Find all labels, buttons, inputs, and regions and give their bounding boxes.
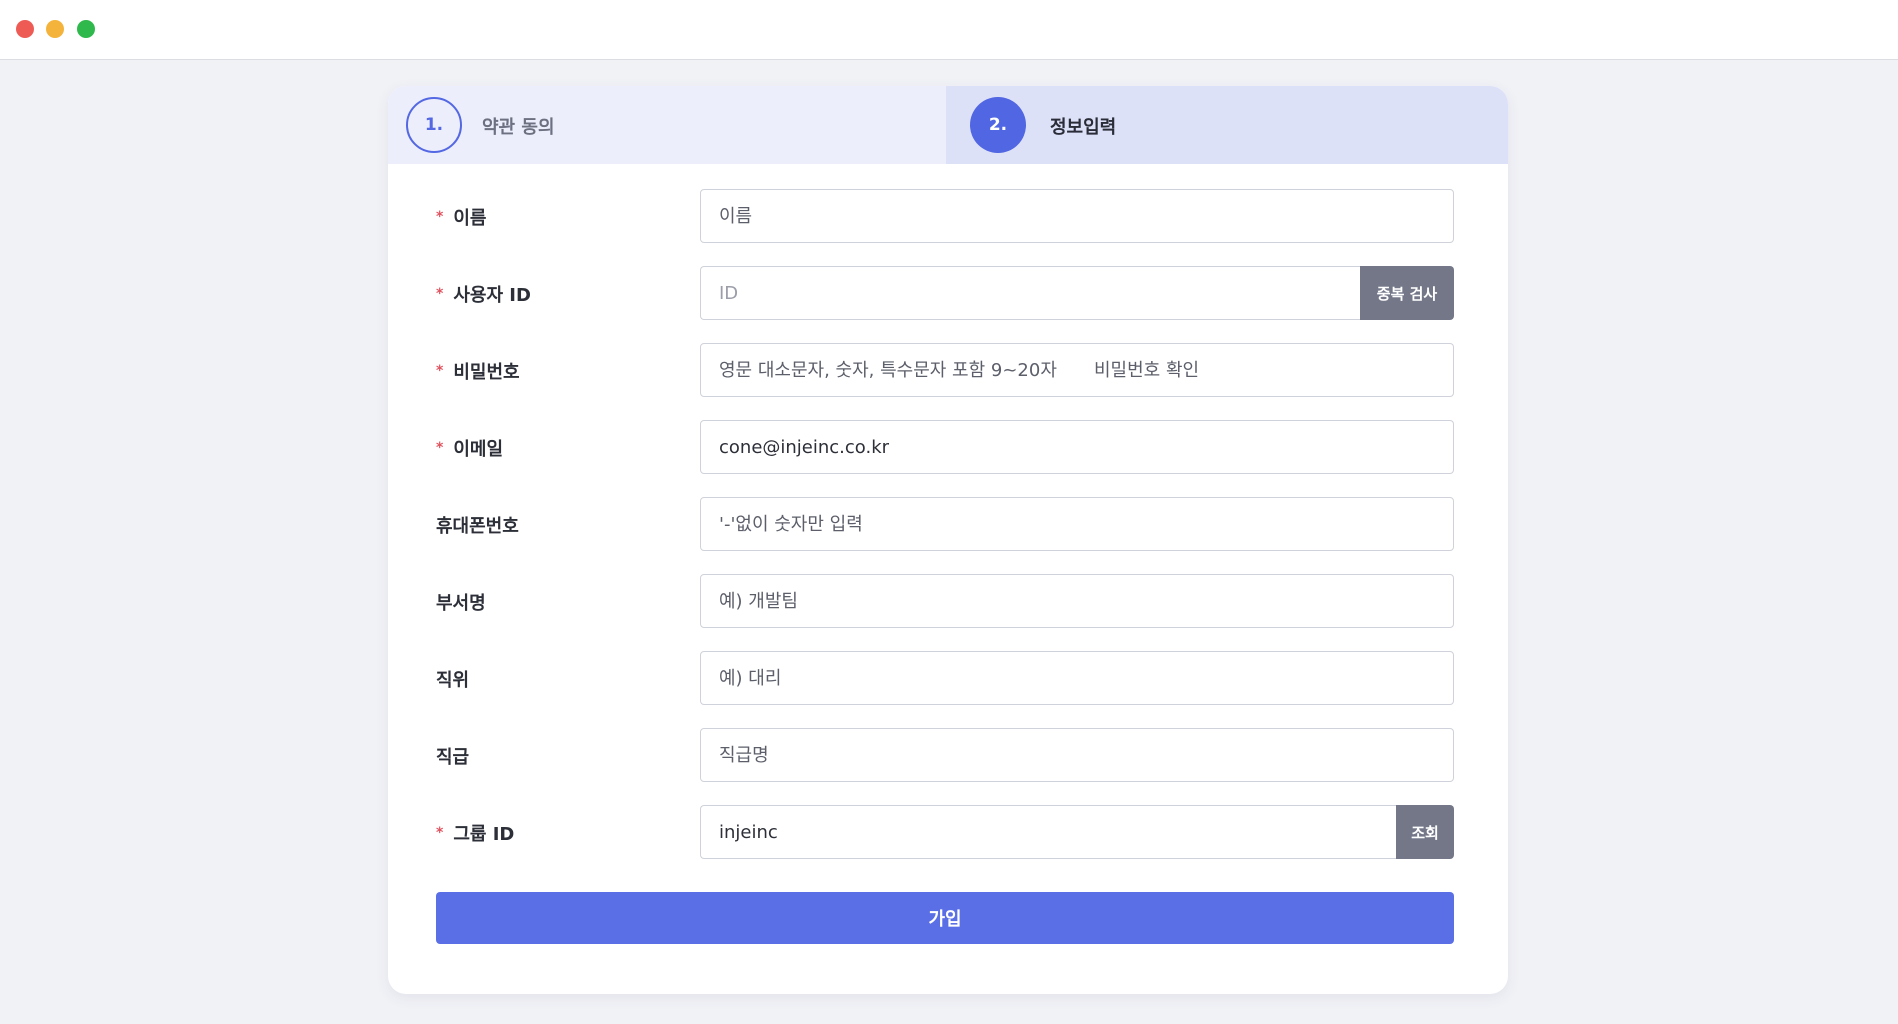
- phone-input[interactable]: [700, 497, 1454, 551]
- label-text: 이름: [453, 208, 487, 229]
- step-number: 2.: [970, 97, 1026, 153]
- close-window-button[interactable]: [16, 20, 34, 38]
- label-text: 사용자 ID: [453, 285, 531, 306]
- form-row-position: 직위: [436, 651, 1454, 705]
- step-label: 약관 동의: [482, 117, 555, 138]
- signup-card: 1. 약관 동의 2. 정보입력 * 이름 * 사용자 ID 중복 검사 * 비…: [388, 86, 1508, 994]
- label-text: 이메일: [453, 439, 504, 460]
- form-row-department: 부서명: [436, 574, 1454, 628]
- email-label: * 이메일: [436, 435, 503, 461]
- form-row-email: * 이메일: [436, 420, 1454, 474]
- required-mark: *: [436, 363, 444, 379]
- label-text: 비밀번호: [453, 362, 520, 383]
- maximize-window-button[interactable]: [77, 20, 95, 38]
- required-mark: *: [436, 440, 444, 456]
- required-mark: *: [436, 209, 444, 225]
- step-info[interactable]: 2. 정보입력: [946, 86, 1508, 164]
- window-titlebar: [0, 0, 1898, 60]
- step-label: 정보입력: [1050, 117, 1117, 138]
- label-text: 그룹 ID: [453, 824, 515, 845]
- form-row-grade: 직급: [436, 728, 1454, 782]
- position-input[interactable]: [700, 651, 1454, 705]
- step-terms[interactable]: 1. 약관 동의: [388, 86, 946, 164]
- name-input[interactable]: [700, 189, 1454, 243]
- email-input[interactable]: [700, 420, 1454, 474]
- form-row-user-id: * 사용자 ID 중복 검사: [436, 266, 1454, 320]
- step-indicator: 1. 약관 동의 2. 정보입력: [388, 86, 1508, 164]
- required-mark: *: [436, 286, 444, 302]
- form-row-password: * 비밀번호: [436, 343, 1454, 397]
- password-confirm-input[interactable]: [1076, 343, 1454, 397]
- group-id-label: * 그룹 ID: [436, 820, 514, 846]
- grade-input[interactable]: [700, 728, 1454, 782]
- form-row-name: * 이름: [436, 189, 1454, 243]
- minimize-window-button[interactable]: [46, 20, 64, 38]
- password-input[interactable]: [700, 343, 1077, 397]
- group-lookup-button[interactable]: 조회: [1396, 805, 1454, 859]
- department-label: 부서명: [436, 593, 486, 614]
- name-label: * 이름: [436, 204, 486, 230]
- department-input[interactable]: [700, 574, 1454, 628]
- form-row-phone: 휴대폰번호: [436, 497, 1454, 551]
- group-id-input[interactable]: [700, 805, 1396, 859]
- signup-submit-button[interactable]: 가입: [436, 892, 1454, 944]
- form-row-group-id: * 그룹 ID 조회: [436, 805, 1454, 859]
- required-mark: *: [436, 825, 444, 841]
- grade-label: 직급: [436, 747, 470, 768]
- phone-label: 휴대폰번호: [436, 516, 519, 537]
- step-number: 1.: [406, 97, 462, 153]
- position-label: 직위: [436, 670, 470, 691]
- password-label: * 비밀번호: [436, 358, 520, 384]
- duplicate-check-button[interactable]: 중복 검사: [1360, 266, 1454, 320]
- user-id-label: * 사용자 ID: [436, 281, 531, 307]
- user-id-input[interactable]: [700, 266, 1360, 320]
